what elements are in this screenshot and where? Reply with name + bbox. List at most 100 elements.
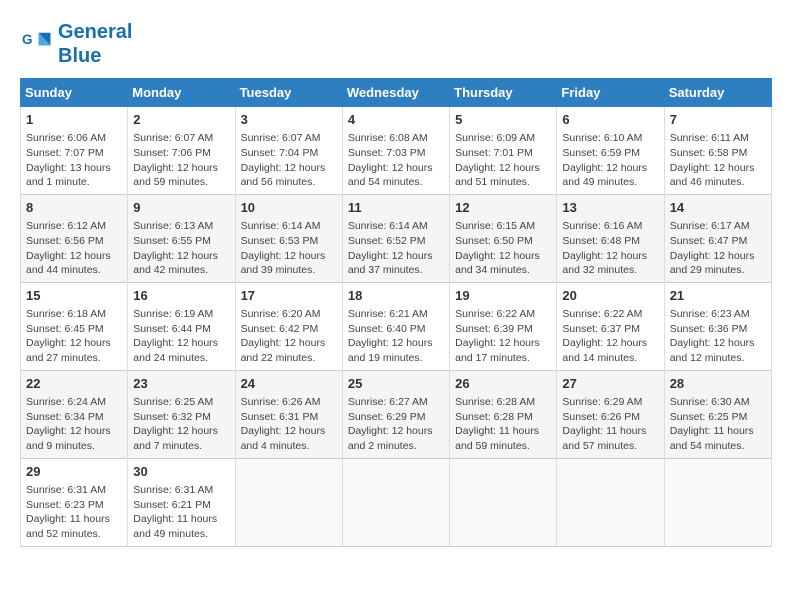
svg-text:G: G <box>22 32 33 47</box>
calendar-cell: 20 Sunrise: 6:22 AMSunset: 6:37 PMDayligh… <box>557 282 664 370</box>
weekday-header: Friday <box>557 79 664 107</box>
calendar-cell: 28 Sunrise: 6:30 AMSunset: 6:25 PMDayligh… <box>664 370 771 458</box>
day-number: 17 <box>241 287 337 305</box>
weekday-header: Thursday <box>450 79 557 107</box>
calendar-cell: 8 Sunrise: 6:12 AMSunset: 6:56 PMDaylight… <box>21 194 128 282</box>
day-number: 30 <box>133 463 229 481</box>
calendar-cell: 11Sunrise: 6:14 AMSunset: 6:52 PMDayligh… <box>342 194 449 282</box>
calendar-cell: 21 Sunrise: 6:23 AMSunset: 6:36 PMDayligh… <box>664 282 771 370</box>
weekday-header: Monday <box>128 79 235 107</box>
calendar-cell <box>664 458 771 546</box>
day-info: Sunrise: 6:12 AMSunset: 6:56 PMDaylight:… <box>26 219 122 278</box>
calendar-cell <box>557 458 664 546</box>
day-info: Sunrise: 6:22 AMSunset: 6:37 PMDaylight:… <box>562 307 658 366</box>
calendar-cell: 24 Sunrise: 6:26 AMSunset: 6:31 PMDayligh… <box>235 370 342 458</box>
day-info: Sunrise: 6:22 AMSunset: 6:39 PMDaylight:… <box>455 307 551 366</box>
calendar-week-row: 22 Sunrise: 6:24 AMSunset: 6:34 PMDayligh… <box>21 370 772 458</box>
day-info: Sunrise: 6:07 AMSunset: 7:04 PMDaylight:… <box>241 131 337 190</box>
day-number: 10 <box>241 199 337 217</box>
day-info: Sunrise: 6:24 AMSunset: 6:34 PMDaylight:… <box>26 395 122 454</box>
calendar-week-row: 15 Sunrise: 6:18 AMSunset: 6:45 PMDayligh… <box>21 282 772 370</box>
logo-icon: G <box>22 29 52 59</box>
day-number: 2 <box>133 111 229 129</box>
calendar-cell: 18Sunrise: 6:21 AMSunset: 6:40 PMDayligh… <box>342 282 449 370</box>
calendar-cell <box>450 458 557 546</box>
day-info: Sunrise: 6:26 AMSunset: 6:31 PMDaylight:… <box>241 395 337 454</box>
day-number: 20 <box>562 287 658 305</box>
calendar-cell: 6 Sunrise: 6:10 AMSunset: 6:59 PMDaylight… <box>557 107 664 195</box>
day-info: Sunrise: 6:31 AMSunset: 6:23 PMDaylight:… <box>26 483 122 542</box>
day-info: Sunrise: 6:20 AMSunset: 6:42 PMDaylight:… <box>241 307 337 366</box>
day-number: 21 <box>670 287 766 305</box>
day-info: Sunrise: 6:30 AMSunset: 6:25 PMDaylight:… <box>670 395 766 454</box>
calendar-week-row: 8 Sunrise: 6:12 AMSunset: 6:56 PMDaylight… <box>21 194 772 282</box>
day-info: Sunrise: 6:25 AMSunset: 6:32 PMDaylight:… <box>133 395 229 454</box>
day-info: Sunrise: 6:09 AMSunset: 7:01 PMDaylight:… <box>455 131 551 190</box>
calendar-cell: 4 Sunrise: 6:08 AMSunset: 7:03 PMDaylight… <box>342 107 449 195</box>
day-info: Sunrise: 6:16 AMSunset: 6:48 PMDaylight:… <box>562 219 658 278</box>
calendar-cell <box>342 458 449 546</box>
calendar-table: SundayMondayTuesdayWednesdayThursdayFrid… <box>20 78 772 547</box>
day-info: Sunrise: 6:18 AMSunset: 6:45 PMDaylight:… <box>26 307 122 366</box>
day-number: 24 <box>241 375 337 393</box>
calendar-cell: 19Sunrise: 6:22 AMSunset: 6:39 PMDayligh… <box>450 282 557 370</box>
calendar-cell: 30 Sunrise: 6:31 AMSunset: 6:21 PMDayligh… <box>128 458 235 546</box>
day-number: 6 <box>562 111 658 129</box>
calendar-cell: 3 Sunrise: 6:07 AMSunset: 7:04 PMDaylight… <box>235 107 342 195</box>
calendar-week-row: 29 Sunrise: 6:31 AMSunset: 6:23 PMDayligh… <box>21 458 772 546</box>
day-number: 27 <box>562 375 658 393</box>
calendar-cell: 12Sunrise: 6:15 AMSunset: 6:50 PMDayligh… <box>450 194 557 282</box>
day-number: 29 <box>26 463 122 481</box>
calendar-cell: 14Sunrise: 6:17 AMSunset: 6:47 PMDayligh… <box>664 194 771 282</box>
calendar-cell: 2 Sunrise: 6:07 AMSunset: 7:06 PMDaylight… <box>128 107 235 195</box>
calendar-cell: 5 Sunrise: 6:09 AMSunset: 7:01 PMDaylight… <box>450 107 557 195</box>
logo-text: General Blue <box>58 20 132 68</box>
calendar-cell: 10 Sunrise: 6:14 AMSunset: 6:53 PMDayligh… <box>235 194 342 282</box>
weekday-header: Sunday <box>21 79 128 107</box>
weekday-header: Tuesday <box>235 79 342 107</box>
day-info: Sunrise: 6:06 AMSunset: 7:07 PMDaylight:… <box>26 131 122 190</box>
day-number: 23 <box>133 375 229 393</box>
calendar-cell: 27 Sunrise: 6:29 AMSunset: 6:26 PMDayligh… <box>557 370 664 458</box>
day-info: Sunrise: 6:31 AMSunset: 6:21 PMDaylight:… <box>133 483 229 542</box>
day-number: 8 <box>26 199 122 217</box>
day-number: 7 <box>670 111 766 129</box>
day-number: 22 <box>26 375 122 393</box>
day-number: 26 <box>455 375 551 393</box>
calendar-cell: 16Sunrise: 6:19 AMSunset: 6:44 PMDayligh… <box>128 282 235 370</box>
day-number: 15 <box>26 287 122 305</box>
day-number: 3 <box>241 111 337 129</box>
calendar-header-row: SundayMondayTuesdayWednesdayThursdayFrid… <box>21 79 772 107</box>
weekday-header: Saturday <box>664 79 771 107</box>
day-info: Sunrise: 6:10 AMSunset: 6:59 PMDaylight:… <box>562 131 658 190</box>
day-info: Sunrise: 6:08 AMSunset: 7:03 PMDaylight:… <box>348 131 444 190</box>
page-header: G General Blue <box>20 20 772 68</box>
day-number: 13 <box>562 199 658 217</box>
day-info: Sunrise: 6:11 AMSunset: 6:58 PMDaylight:… <box>670 131 766 190</box>
calendar-cell: 29 Sunrise: 6:31 AMSunset: 6:23 PMDayligh… <box>21 458 128 546</box>
day-number: 28 <box>670 375 766 393</box>
day-info: Sunrise: 6:23 AMSunset: 6:36 PMDaylight:… <box>670 307 766 366</box>
calendar-cell: 22 Sunrise: 6:24 AMSunset: 6:34 PMDayligh… <box>21 370 128 458</box>
day-info: Sunrise: 6:28 AMSunset: 6:28 PMDaylight:… <box>455 395 551 454</box>
day-info: Sunrise: 6:29 AMSunset: 6:26 PMDaylight:… <box>562 395 658 454</box>
day-number: 14 <box>670 199 766 217</box>
day-info: Sunrise: 6:14 AMSunset: 6:53 PMDaylight:… <box>241 219 337 278</box>
day-number: 11 <box>348 199 444 217</box>
day-info: Sunrise: 6:07 AMSunset: 7:06 PMDaylight:… <box>133 131 229 190</box>
logo: G General Blue <box>20 20 132 68</box>
day-info: Sunrise: 6:19 AMSunset: 6:44 PMDaylight:… <box>133 307 229 366</box>
day-number: 9 <box>133 199 229 217</box>
calendar-cell <box>235 458 342 546</box>
calendar-cell: 7 Sunrise: 6:11 AMSunset: 6:58 PMDaylight… <box>664 107 771 195</box>
day-number: 4 <box>348 111 444 129</box>
weekday-header: Wednesday <box>342 79 449 107</box>
day-number: 1 <box>26 111 122 129</box>
calendar-cell: 25Sunrise: 6:27 AMSunset: 6:29 PMDayligh… <box>342 370 449 458</box>
day-number: 5 <box>455 111 551 129</box>
calendar-cell: 23 Sunrise: 6:25 AMSunset: 6:32 PMDayligh… <box>128 370 235 458</box>
day-info: Sunrise: 6:27 AMSunset: 6:29 PMDaylight:… <box>348 395 444 454</box>
day-info: Sunrise: 6:15 AMSunset: 6:50 PMDaylight:… <box>455 219 551 278</box>
calendar-cell: 15 Sunrise: 6:18 AMSunset: 6:45 PMDayligh… <box>21 282 128 370</box>
calendar-cell: 1 Sunrise: 6:06 AMSunset: 7:07 PMDaylight… <box>21 107 128 195</box>
